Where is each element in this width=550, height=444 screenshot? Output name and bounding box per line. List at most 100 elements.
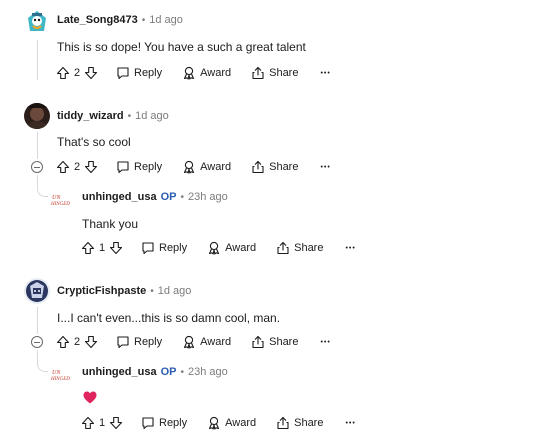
comment-bubble-icon [141,241,155,255]
avatar-unhinged-usa[interactable]: UN HINGED [50,191,76,209]
more-options-icon: ••• [320,163,331,171]
reply-button[interactable]: Reply [116,66,162,80]
award-label: Award [225,242,257,254]
award-button[interactable]: Award [182,66,231,80]
meta-separator: • [180,191,184,203]
comment-meta: Late_Song8473 • 1d ago [57,14,183,26]
svg-text:HINGED: HINGED [50,377,70,382]
more-options-icon: ••• [345,244,356,252]
share-button[interactable]: Share [251,66,298,80]
vote-group: 2 [56,335,98,349]
comment-actions: 2 Reply Award Share ••• [56,332,331,352]
award-icon [182,160,196,174]
avatar-image [24,9,50,35]
comment-text: This is so dope! You have a such a great… [57,40,306,54]
collapse-thread-button[interactable] [31,336,43,348]
vote-group: 2 [56,160,98,174]
share-label: Share [294,417,324,429]
vote-group: 2 [56,66,98,80]
award-button[interactable]: Award [207,416,256,430]
reply-label: Reply [159,242,188,254]
meta-separator: • [150,285,154,297]
avatar-crypticfishpaste[interactable] [24,278,50,304]
upvote-icon[interactable] [56,160,70,174]
more-options-icon: ••• [320,338,331,346]
vote-count: 1 [98,242,106,254]
award-button[interactable]: Award [207,241,256,255]
upvote-icon[interactable] [81,241,95,255]
meta-separator: • [127,110,132,122]
timestamp[interactable]: 1d ago [158,285,192,297]
vote-count: 1 [98,417,106,429]
comment-text: I...I can't even...this is so damn cool,… [57,311,281,325]
comment-actions: 1 Reply Award Share ••• [81,413,356,433]
timestamp[interactable]: 23h ago [188,366,228,378]
username[interactable]: unhinged_usa [82,366,157,378]
share-button[interactable]: Share [276,241,323,255]
award-icon [182,335,196,349]
thread-line[interactable] [37,307,38,334]
comment-actions: 2 Reply Award Share ••• [56,157,331,177]
red-heart-emoji-icon [83,391,97,404]
more-options-button[interactable]: ••• [345,420,355,427]
username[interactable]: Late_Song8473 [57,14,138,26]
reply-button[interactable]: Reply [141,416,187,430]
downvote-icon[interactable] [109,241,123,255]
avatar-image [24,278,50,304]
reply-meta: unhinged_usa OP • 23h ago [82,191,228,203]
share-label: Share [269,161,299,173]
upvote-icon[interactable] [81,416,95,430]
avatar-late-song8473[interactable] [24,9,50,35]
thread-line[interactable] [37,40,38,80]
comment-meta: tiddy_wizard • 1d ago [57,110,169,122]
share-button[interactable]: Share [251,335,298,349]
collapse-thread-button[interactable] [31,161,43,173]
award-label: Award [225,417,257,429]
comment-meta: CrypticFishpaste • 1d ago [57,285,191,297]
timestamp[interactable]: 1d ago [135,110,169,122]
avatar-image [24,103,50,129]
share-button[interactable]: Share [276,416,323,430]
svg-text:HINGED: HINGED [50,202,70,207]
comment-actions: 2 Reply Award Share ••• [56,63,331,83]
downvote-icon[interactable] [109,416,123,430]
share-icon [251,66,265,80]
meta-separator: • [141,14,146,26]
comment-bubble-icon [116,66,130,80]
share-icon [276,416,290,430]
share-button[interactable]: Share [251,160,298,174]
svg-text:UN: UN [52,195,61,201]
vote-group: 1 [81,416,123,430]
username[interactable]: unhinged_usa [82,191,157,203]
timestamp[interactable]: 23h ago [188,191,228,203]
downvote-icon[interactable] [84,160,98,174]
comment-text: That's so cool [57,135,131,149]
more-options-button[interactable]: ••• [320,339,330,346]
reply-button[interactable]: Reply [141,241,187,255]
timestamp[interactable]: 1d ago [149,14,183,26]
downvote-icon[interactable] [84,66,98,80]
thread-elbow [37,186,48,197]
comment-bubble-icon [141,416,155,430]
username[interactable]: CrypticFishpaste [57,285,146,297]
avatar-tiddy-wizard[interactable] [24,103,50,129]
award-label: Award [200,161,232,173]
downvote-icon[interactable] [84,335,98,349]
reply-label: Reply [134,161,163,173]
upvote-icon[interactable] [56,335,70,349]
reply-button[interactable]: Reply [116,335,162,349]
more-options-button[interactable]: ••• [320,164,330,171]
award-icon [207,241,221,255]
award-button[interactable]: Award [182,335,231,349]
more-options-button[interactable]: ••• [320,70,330,77]
username[interactable]: tiddy_wizard [57,110,124,122]
reply-button[interactable]: Reply [116,160,162,174]
share-label: Share [269,336,299,348]
award-button[interactable]: Award [182,160,231,174]
reply-label: Reply [159,417,188,429]
avatar-image: UN HINGED [50,366,76,384]
thread-line[interactable] [37,132,38,159]
more-options-button[interactable]: ••• [345,245,355,252]
upvote-icon[interactable] [56,66,70,80]
avatar-unhinged-usa[interactable]: UN HINGED [50,366,76,384]
